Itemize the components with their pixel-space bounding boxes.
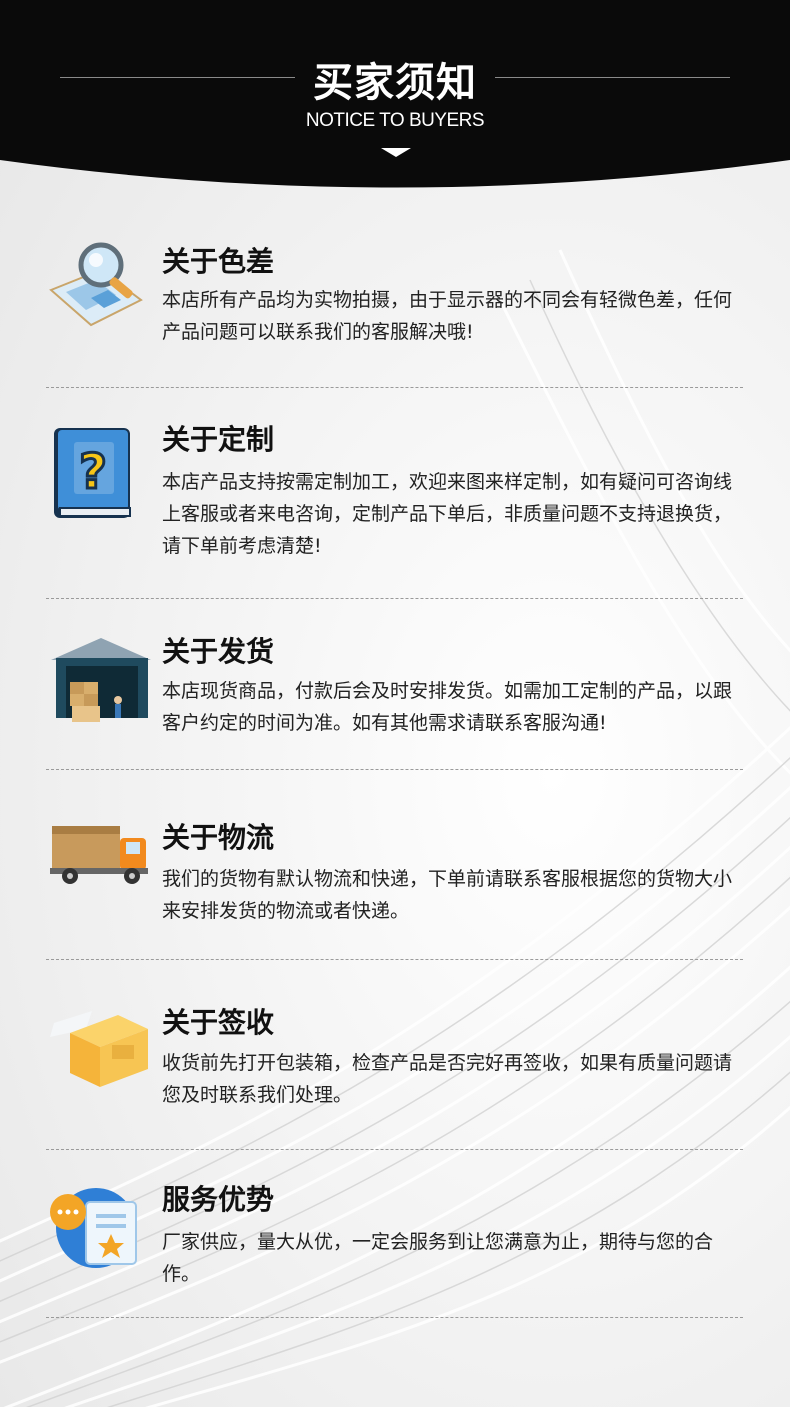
magnifier-map-icon bbox=[49, 242, 143, 327]
divider bbox=[46, 1149, 743, 1150]
section-text: 本店现货商品，付款后会及时安排发货。如需加工定制的产品，以跟客户约定的时间为准。… bbox=[162, 680, 733, 734]
section-text: 我们的货物有默认物流和快递，下单前请联系客服根据您的货物大小来安排发货的物流或者… bbox=[162, 868, 733, 922]
header-banner: 买家须知 NOTICE TO BUYERS bbox=[0, 0, 790, 200]
divider bbox=[46, 1317, 743, 1318]
section-title: 服务优势 bbox=[162, 1183, 275, 1216]
section-title: 关于定制 bbox=[162, 423, 275, 456]
divider bbox=[46, 769, 743, 770]
section-title: 关于签收 bbox=[162, 1006, 275, 1039]
service-chat-icon bbox=[50, 1188, 137, 1268]
divider bbox=[46, 959, 743, 960]
divider bbox=[46, 387, 743, 388]
down-triangle-icon bbox=[381, 148, 411, 157]
section-text: 厂家供应，量大从优，一定会服务到让您满意为止，期待与您的合作。 bbox=[162, 1231, 714, 1285]
question-book-icon: ? bbox=[54, 428, 131, 518]
section-text: 本店产品支持按需定制加工，欢迎来图来样定制，如有疑问可咨询线上客服或者来电咨询，… bbox=[162, 471, 733, 557]
section-title: 关于色差 bbox=[162, 245, 275, 278]
package-box-icon bbox=[50, 1011, 148, 1087]
section-text: 收货前先打开包装箱，检查产品是否完好再签收，如果有质量问题请您及时联系我们处理。 bbox=[162, 1052, 733, 1106]
divider bbox=[46, 598, 743, 599]
delivery-truck-icon bbox=[50, 826, 148, 884]
page-title: 买家须知 bbox=[313, 60, 477, 106]
svg-text:?: ? bbox=[79, 444, 107, 500]
section-title: 关于物流 bbox=[162, 821, 275, 854]
section-text: 本店所有产品均为实物拍摄，由于显示器的不同会有轻微色差，任何产品问题可以联系我们… bbox=[162, 289, 733, 343]
page-subtitle: NOTICE TO BUYERS bbox=[305, 110, 485, 131]
warehouse-icon bbox=[51, 638, 151, 722]
section-title: 关于发货 bbox=[162, 635, 275, 668]
